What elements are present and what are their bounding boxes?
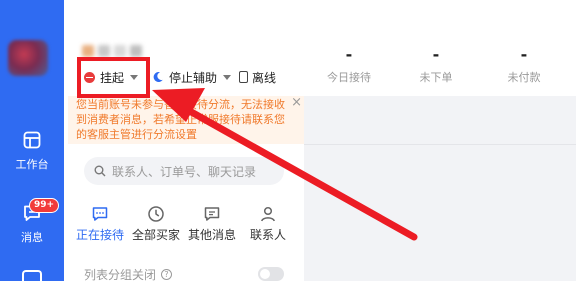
annotation-arrow: [152, 88, 418, 241]
